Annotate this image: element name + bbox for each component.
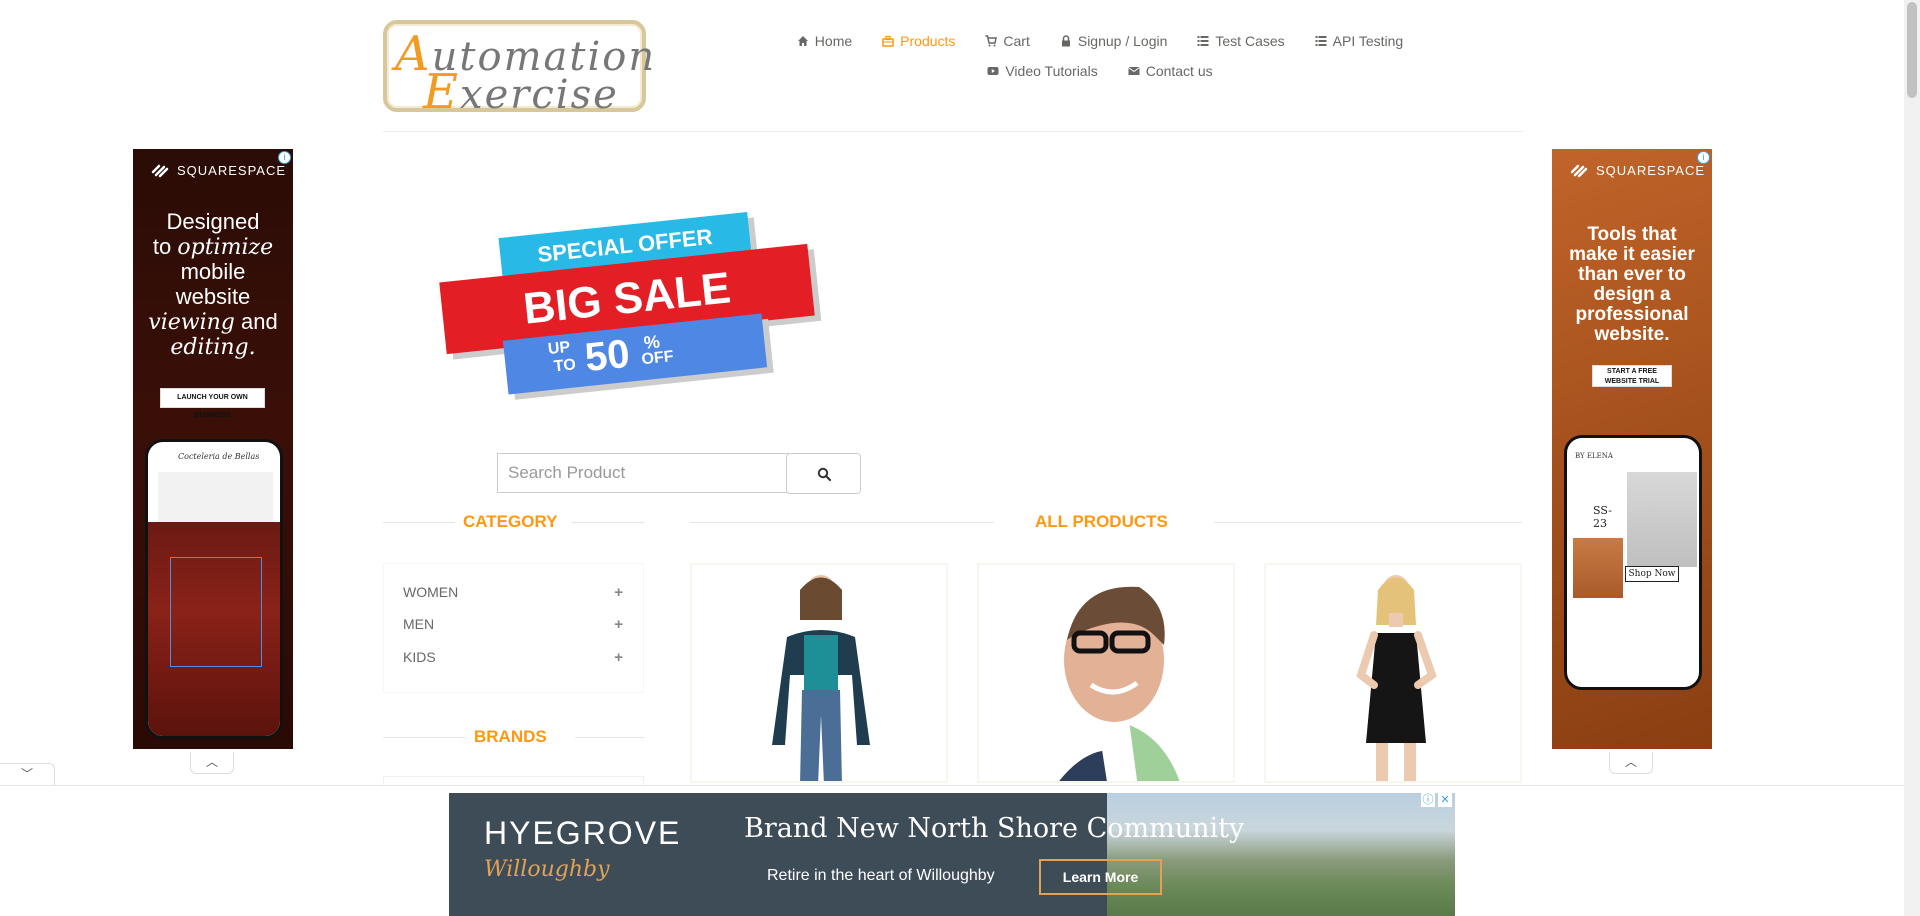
ad-info-icon[interactable]: ⓘ [1421, 793, 1435, 807]
plus-icon: + [614, 584, 623, 601]
category-men[interactable]: MEN + [403, 616, 623, 633]
page-scrollbar[interactable] [1904, 0, 1920, 916]
section-divider [1214, 522, 1522, 523]
bottom-ad-headline: Brand New North Shore Community [744, 813, 1245, 844]
nav-cart[interactable]: Cart [985, 33, 1030, 49]
products-icon [882, 35, 894, 47]
ad-headline-line: viewing and [148, 309, 278, 335]
collapse-left-ad-button[interactable]: ︿ [190, 752, 234, 774]
category-kids[interactable]: KIDS + [403, 649, 623, 666]
right-side-ad[interactable]: i SQUARESPACE Tools that make it easier … [1552, 149, 1712, 749]
ad-cta-button[interactable]: START A FREE WEBSITE TRIAL [1592, 365, 1672, 387]
ad-headline: Tools that make it easier than ever to d… [1569, 224, 1695, 345]
envelope-icon [1127, 67, 1140, 75]
collapse-right-ad-button[interactable]: ︿ [1609, 752, 1653, 774]
header-divider [383, 131, 1523, 132]
section-divider [690, 522, 994, 523]
nav-test-cases[interactable]: Test Cases [1197, 33, 1285, 49]
ad-headline-line: to optimize [152, 234, 274, 260]
ad-phone-mockup: Cocteleria de Bellas [145, 439, 283, 739]
nav-contact-us[interactable]: Contact us [1127, 63, 1213, 79]
expand-bottom-toggle[interactable]: ﹀ [0, 763, 55, 785]
product-image [1059, 586, 1180, 781]
search-icon [817, 467, 831, 481]
ad-cta-button[interactable]: LAUNCH YOUR OWN BUSINESS [160, 388, 265, 419]
product-image [1356, 575, 1437, 781]
bottom-ad-tagline: Retire in the heart of Willoughby [767, 867, 995, 884]
sale-banner-image: SPECIAL OFFER BIG SALE UP TO 50 % OFF [439, 212, 830, 395]
bottom-ad-brand: HYEGROVE [484, 815, 682, 851]
ad-headline-line: website [175, 284, 251, 309]
left-side-ad[interactable]: i SQUARESPACE Designed to optimize mobil… [133, 149, 293, 749]
search-button[interactable] [786, 453, 861, 494]
ad-shop-now-button: Shop Now [1625, 566, 1679, 582]
nav-api-testing[interactable]: API Testing [1315, 33, 1403, 49]
category-women[interactable]: WOMEN + [403, 584, 623, 601]
plus-icon: + [614, 616, 623, 633]
ad-headline-line: mobile [180, 259, 246, 284]
site-logo[interactable]: Automation Exercise [383, 20, 654, 120]
scrollbar-thumb[interactable] [1907, 2, 1917, 98]
section-divider [572, 522, 644, 523]
bottom-banner-ad[interactable]: HYEGROVE Willoughby Brand New North Shor… [449, 793, 1455, 916]
section-divider [575, 737, 644, 738]
cart-icon [985, 35, 998, 47]
list-icon [1197, 36, 1209, 46]
squarespace-logo-icon [151, 164, 169, 177]
bottom-ad-image [1107, 793, 1455, 916]
product-image [772, 575, 870, 781]
nav-signup-login[interactable]: Signup / Login [1060, 33, 1167, 49]
brands-title: BRANDS [474, 727, 547, 746]
nav-home[interactable]: Home [797, 33, 852, 49]
nav-video-tutorials[interactable]: Video Tutorials [987, 63, 1098, 79]
nav-row-2: Video Tutorials Contact us [770, 56, 1430, 86]
lock-icon [1061, 35, 1070, 47]
ad-brand: SQUARESPACE [1570, 163, 1705, 178]
product-card[interactable] [1264, 563, 1522, 783]
close-icon[interactable]: ✕ [1438, 793, 1452, 807]
main-nav: Home Products Cart Signup / Login Test C… [770, 26, 1430, 86]
category-title: CATEGORY [463, 512, 558, 531]
nav-products[interactable]: Products [882, 33, 955, 49]
section-divider [383, 522, 455, 523]
category-panel: WOMEN + MEN + KIDS + [383, 563, 644, 693]
ad-headline-line: editing. [170, 335, 256, 360]
section-divider [383, 737, 465, 738]
all-products-title: ALL PRODUCTS [1035, 512, 1168, 531]
product-card[interactable] [977, 563, 1235, 783]
logo-text-exercise: xercise [460, 72, 619, 118]
squarespace-logo-icon [1570, 164, 1588, 177]
home-icon [797, 36, 808, 46]
youtube-icon [987, 67, 999, 75]
plus-icon: + [614, 649, 623, 666]
nav-row-1: Home Products Cart Signup / Login Test C… [770, 26, 1430, 56]
bottom-ad-subbrand: Willoughby [484, 857, 610, 882]
list-icon [1315, 36, 1327, 46]
product-card[interactable] [690, 563, 948, 783]
ad-brand: SQUARESPACE [151, 163, 286, 178]
ad-headline-line: Designed [166, 209, 260, 234]
search-input[interactable]: Search Product [497, 453, 789, 493]
ad-phone-mockup: BY ELENA SS-23 Shop Now [1564, 435, 1702, 690]
logo-letter-e: E [423, 64, 461, 120]
learn-more-button[interactable]: Learn More [1039, 859, 1162, 895]
